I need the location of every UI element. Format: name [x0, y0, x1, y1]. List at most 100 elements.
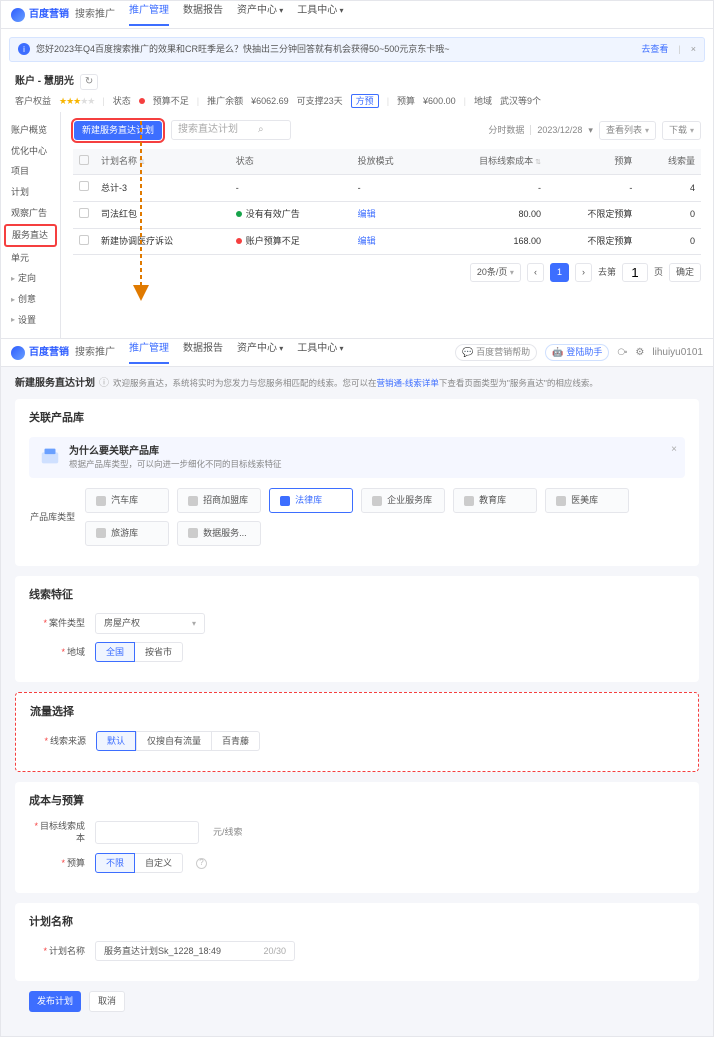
status-value: 预算不足 — [153, 95, 189, 108]
page-current[interactable]: 1 — [550, 263, 569, 282]
notice-text: 您好2023年Q4百度搜索推广的效果和CR旺季是么？快抽出三分钟回答就有机会获得… — [36, 43, 450, 56]
lib-option[interactable]: 教育库 — [453, 488, 537, 513]
sidebar-item[interactable]: 项目 — [1, 161, 60, 182]
budget-segment: 不限自定义 — [95, 853, 183, 874]
sidebar-item[interactable]: ▸创意 — [1, 289, 60, 310]
panel-title: 线索特征 — [29, 588, 685, 603]
sidebar-item[interactable]: 账户概览 — [1, 120, 60, 141]
lib-icon — [188, 496, 198, 506]
panel-product-lib: 关联产品库 × 为什么要关联产品库 根据产品库类型，可以向进一步细化不同的目标线… — [15, 399, 699, 565]
row-checkbox[interactable] — [79, 181, 89, 191]
plan-name-cell[interactable]: 司法红包 — [95, 201, 230, 228]
date-picker[interactable]: 2023/12/28 — [537, 124, 582, 137]
time-prefix[interactable]: 分时数据 — [488, 124, 524, 137]
sidebar-item[interactable]: 单元 — [1, 248, 60, 269]
lib-option[interactable]: 数据服务... — [177, 521, 261, 546]
target-cost-input[interactable] — [95, 821, 199, 844]
table-header[interactable]: 计划名称⇅ — [95, 149, 230, 175]
view-columns-button[interactable]: 查看列表▾ — [599, 121, 656, 140]
help-icon[interactable]: ? — [196, 858, 207, 869]
info-close-icon[interactable]: × — [671, 443, 677, 457]
nav-item[interactable]: 推广管理 — [129, 4, 169, 26]
segment-option[interactable]: 默认 — [96, 731, 136, 752]
rights-label: 客户权益 — [15, 95, 51, 108]
page-size-select[interactable]: 20条/页 ▾ — [470, 263, 521, 282]
segment-option[interactable]: 百青藤 — [212, 731, 260, 752]
lib-option[interactable]: 汽车库 — [85, 488, 169, 513]
table-header[interactable]: 状态 — [230, 149, 352, 175]
table-header[interactable] — [73, 149, 95, 175]
row-checkbox[interactable] — [79, 235, 89, 245]
page-prev[interactable]: ‹ — [527, 263, 544, 282]
settings-icon[interactable]: ⚙ — [635, 346, 644, 360]
crumb-link[interactable]: 营销通-线索详单 — [377, 378, 439, 388]
lib-option[interactable]: 法律库 — [269, 488, 353, 513]
download-button[interactable]: 下载▾ — [662, 121, 701, 140]
nav-item[interactable]: 推广管理 — [129, 342, 169, 364]
new-plan-button[interactable]: 新建服务直达计划 — [74, 121, 162, 140]
table-header[interactable]: 预算 — [547, 149, 638, 175]
budget-tag[interactable]: 方预 — [351, 94, 379, 109]
sidebar-item[interactable]: 计划 — [1, 182, 60, 203]
cancel-button[interactable]: 取消 — [89, 991, 125, 1012]
edit-link[interactable]: 编辑 — [358, 209, 376, 219]
plan-search[interactable]: 搜索直达计划 ⌕ — [171, 120, 291, 140]
sidebar-item[interactable]: ▸设置 — [1, 310, 60, 331]
user-name[interactable]: lihuiyu0101 — [652, 346, 703, 360]
plan-name-input[interactable]: 服务直达计划Sk_1228_18:49 20/30 — [95, 941, 295, 962]
refresh-button[interactable]: ↻ — [80, 74, 98, 90]
case-type-label: 案件类型 — [29, 617, 85, 630]
plan-name-cell[interactable]: 总计-3 — [95, 175, 230, 202]
region-value: 武汉等9个 — [500, 95, 541, 108]
lib-option[interactable]: 医美库 — [545, 488, 629, 513]
nav-item[interactable]: 数据报告 — [183, 4, 223, 26]
pred-value: ¥600.00 — [423, 95, 456, 108]
lib-type-label: 产品库类型 — [29, 511, 75, 524]
lib-option[interactable]: 旅游库 — [85, 521, 169, 546]
nav-item[interactable]: 工具中心 ▾ — [297, 4, 343, 26]
segment-option[interactable]: 不限 — [95, 853, 135, 874]
help-chip[interactable]: 💬 百度营销帮助 — [455, 344, 537, 361]
edit-link[interactable]: 编辑 — [358, 236, 376, 246]
info-icon: ⓘ — [99, 377, 109, 391]
char-count: 20/30 — [263, 945, 286, 958]
table-header[interactable]: 目标线索成本⇅ — [429, 149, 547, 175]
nav-item[interactable]: 数据报告 — [183, 342, 223, 364]
sidebar-item[interactable]: 优化中心 — [1, 141, 60, 162]
table-header[interactable]: 投放模式 — [352, 149, 429, 175]
case-type-select[interactable]: 房屋产权▾ — [95, 613, 205, 634]
plan-name-cell[interactable]: 新建协调医疗诉讼 — [95, 228, 230, 255]
jump-input[interactable] — [622, 263, 648, 282]
row-checkbox[interactable] — [79, 208, 89, 218]
sidebar-item[interactable]: ▸定向 — [1, 268, 60, 289]
nav-item[interactable]: 资产中心 ▾ — [237, 342, 283, 364]
page-crumb: 新建服务直达计划 ⓘ 欢迎服务直达，系统将实时为您发力与您服务相匹配的线索。您可… — [15, 377, 699, 391]
jump-label: 去第 — [598, 266, 616, 279]
budget-label: 预算 — [29, 857, 85, 870]
nav-item[interactable]: 资产中心 ▾ — [237, 4, 283, 26]
segment-option[interactable]: 仅搜自有流量 — [136, 731, 212, 752]
status-dot-icon — [139, 98, 145, 104]
segment-option[interactable]: 自定义 — [135, 853, 183, 874]
nav-item[interactable]: 工具中心 ▾ — [297, 342, 343, 364]
sidebar-item[interactable]: 服务直达 — [4, 224, 57, 247]
sidebar-item[interactable]: 观察广告 — [1, 203, 60, 224]
chevron-down-icon: ▾ — [192, 618, 196, 629]
form-footer: 发布计划 取消 — [15, 991, 699, 1026]
submit-button[interactable]: 发布计划 — [29, 991, 81, 1012]
table-header[interactable]: 线索量 — [638, 149, 701, 175]
segment-option[interactable]: 全国 — [95, 642, 135, 663]
notice-close[interactable]: × — [691, 43, 696, 56]
lib-option[interactable]: 企业服务库 — [361, 488, 445, 513]
notice-banner: i 您好2023年Q4百度搜索推广的效果和CR旺季是么？快抽出三分钟回答就有机会… — [9, 37, 705, 62]
segment-option[interactable]: 按省市 — [135, 642, 183, 663]
jump-confirm[interactable]: 确定 — [669, 263, 701, 282]
page-label: 页 — [654, 266, 663, 279]
notify-icon[interactable]: ⧂ — [617, 346, 627, 360]
lib-option[interactable]: 招商加盟库 — [177, 488, 261, 513]
panel-title: 成本与预算 — [29, 794, 685, 809]
assistant-chip[interactable]: 🤖 登陆助手 — [545, 344, 609, 361]
page-next[interactable]: › — [575, 263, 592, 282]
notice-more-link[interactable]: 去查看 — [641, 43, 668, 56]
status-label: 状态 — [113, 95, 131, 108]
